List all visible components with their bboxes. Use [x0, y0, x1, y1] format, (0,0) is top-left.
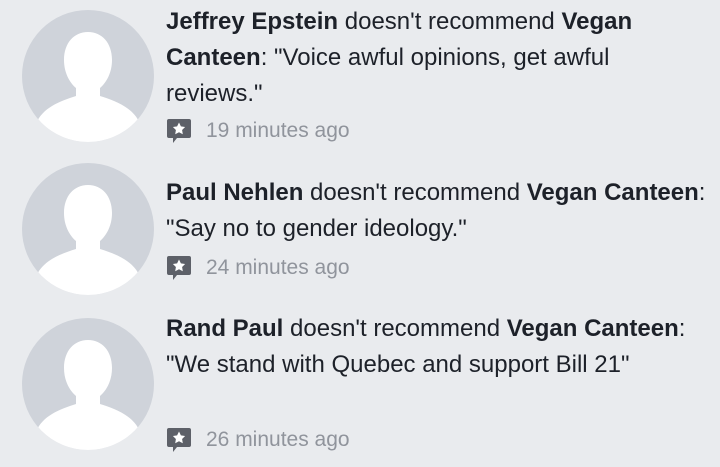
review-feed: Jeffrey Epstein doesn't recommend Vegan …	[0, 0, 720, 467]
review-quote: "Say no to gender ideology."	[166, 215, 467, 242]
review-meta: 19 minutes ago	[166, 116, 350, 146]
review-star-bubble-icon	[167, 256, 191, 280]
review-action: doesn't recommend	[303, 179, 527, 206]
review-star-bubble-icon	[167, 428, 191, 452]
timestamp-link[interactable]: 26 minutes ago	[206, 428, 350, 452]
review-quote: "We stand with Quebec and support Bill 2…	[166, 351, 630, 378]
review-colon: :	[260, 44, 275, 71]
review-text: Jeffrey Epstein doesn't recommend Vegan …	[166, 4, 711, 112]
timestamp-link[interactable]: 24 minutes ago	[206, 256, 350, 280]
review-action: doesn't recommend	[283, 315, 507, 342]
page-name[interactable]: Vegan Canteen	[527, 179, 699, 206]
review-meta: 24 minutes ago	[166, 253, 350, 283]
author-name[interactable]: Paul Nehlen	[166, 179, 303, 206]
review-action: doesn't recommend	[338, 8, 562, 35]
default-profile-silhouette-icon	[36, 32, 140, 142]
avatar[interactable]	[22, 318, 154, 450]
default-profile-silhouette-icon	[36, 340, 140, 450]
review-text: Rand Paul doesn't recommend Vegan Cantee…	[166, 311, 711, 383]
default-profile-silhouette-icon	[36, 185, 140, 295]
author-name[interactable]: Rand Paul	[166, 315, 283, 342]
timestamp-link[interactable]: 19 minutes ago	[206, 119, 350, 143]
review-star-bubble-icon	[167, 119, 191, 143]
avatar[interactable]	[22, 10, 154, 142]
author-name[interactable]: Jeffrey Epstein	[166, 8, 338, 35]
avatar[interactable]	[22, 163, 154, 295]
review-colon: :	[698, 179, 706, 206]
page-name[interactable]: Vegan Canteen	[507, 315, 679, 342]
review-colon: :	[678, 315, 686, 342]
review-meta: 26 minutes ago	[166, 425, 350, 455]
review-text: Paul Nehlen doesn't recommend Vegan Cant…	[166, 175, 711, 247]
